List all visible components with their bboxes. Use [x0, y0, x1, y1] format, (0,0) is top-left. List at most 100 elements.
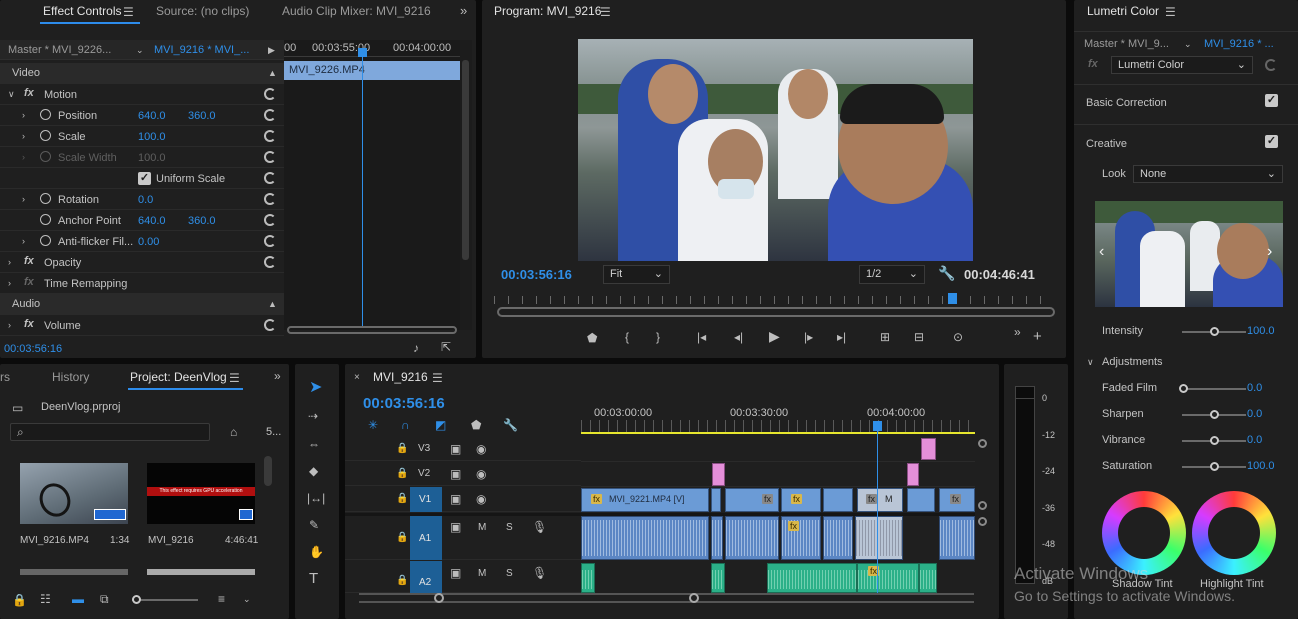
expand-chevron-icon[interactable]: ›	[8, 319, 11, 331]
lock-icon[interactable]: 🔒	[396, 575, 408, 587]
eye-icon[interactable]: ◉	[476, 443, 486, 455]
pen-tool-icon[interactable]: ✎	[309, 519, 319, 531]
chevron-down-icon[interactable]: ⌄	[1184, 38, 1192, 50]
adjustments-chevron-icon[interactable]: ∨	[1087, 356, 1094, 368]
basic-correction-section[interactable]: Basic Correction	[1086, 97, 1167, 109]
audio-clip[interactable]	[939, 516, 975, 560]
razor-tool-icon[interactable]: ◆	[309, 465, 318, 477]
stopwatch-icon[interactable]	[40, 130, 51, 141]
volume-label[interactable]: Volume	[44, 320, 81, 332]
graphic-clip[interactable]	[921, 438, 936, 460]
sequence-clip-label[interactable]: MVI_9216 * MVI_...	[154, 44, 249, 56]
look-dropdown[interactable]: None ⌄	[1133, 165, 1283, 183]
scrollbar[interactable]	[978, 501, 987, 510]
lumetri-sequence-label[interactable]: MVI_9216 * ...	[1204, 38, 1274, 50]
add-button-icon[interactable]: +	[1033, 329, 1042, 344]
tab-effect-controls[interactable]: Effect Controls	[43, 4, 121, 18]
audio-clip[interactable]	[711, 516, 723, 560]
expand-chevron-icon[interactable]: ›	[22, 235, 25, 247]
playhead-marker[interactable]	[948, 293, 957, 304]
scrollbar[interactable]	[264, 456, 272, 486]
look-preview[interactable]: ‹ ›	[1095, 201, 1283, 307]
panel-menu-icon[interactable]: ☰	[432, 372, 443, 384]
effect-dropdown[interactable]: Lumetri Color ⌄	[1111, 56, 1253, 74]
mark-in-icon[interactable]: {	[625, 331, 629, 343]
faded-film-value[interactable]: 0.0	[1247, 382, 1262, 394]
program-title[interactable]: Program: MVI_9216	[494, 4, 601, 18]
highlight-tint-wheel[interactable]	[1192, 491, 1276, 575]
program-timecode[interactable]: 00:03:56:16	[501, 267, 572, 282]
toggle-sync-lock-icon[interactable]: ▣	[450, 493, 461, 505]
scrollbar[interactable]	[978, 439, 987, 448]
effect-controls-timecode[interactable]: 00:03:56:16	[4, 343, 62, 355]
playhead-handle[interactable]	[358, 48, 367, 57]
lock-icon[interactable]: 🔒	[12, 594, 27, 606]
track-header-v1[interactable]: 🔒 V1 ▣ ◉	[345, 487, 581, 512]
opacity-label[interactable]: Opacity	[44, 257, 81, 269]
video-frame[interactable]	[578, 39, 973, 261]
new-bin-icon[interactable]: ⌂	[230, 426, 237, 438]
more-controls-icon[interactable]: »	[1014, 326, 1021, 338]
video-clip[interactable]	[823, 488, 853, 512]
hand-tool-icon[interactable]: ✋	[309, 546, 324, 558]
close-icon[interactable]: ×	[354, 372, 360, 384]
tab-history[interactable]: History	[52, 370, 89, 384]
time-ruler[interactable]	[494, 296, 1052, 304]
tab-other[interactable]: rs	[0, 370, 10, 384]
time-ruler[interactable]	[581, 420, 975, 432]
icon-view-icon[interactable]: ▬	[72, 593, 84, 605]
resolution-dropdown[interactable]: 1/2 ⌄	[859, 265, 925, 284]
more-panels-icon[interactable]: »	[460, 4, 467, 17]
effect-timeline[interactable]: 00 00:03:55:00 00:04:00:00 MVI_9226.MP4	[284, 40, 460, 330]
chevron-down-icon[interactable]: ⌄	[243, 593, 251, 605]
timeline-timecode[interactable]: 00:03:56:16	[363, 395, 445, 412]
track-label[interactable]: V2	[418, 468, 430, 479]
chevron-down-icon[interactable]: ⌄	[136, 44, 144, 56]
step-forward-icon[interactable]: |▸	[804, 331, 813, 343]
panel-menu-icon[interactable]: ☰	[123, 6, 134, 18]
toggle-sync-lock-icon[interactable]: ▣	[450, 468, 461, 480]
creative-checkbox[interactable]: ✓	[1265, 135, 1278, 148]
panel-menu-icon[interactable]: ☰	[229, 372, 240, 384]
audio-clip[interactable]	[581, 516, 709, 560]
rotation-value[interactable]: 0.0	[138, 194, 153, 206]
expand-chevron-icon[interactable]: ›	[8, 256, 11, 268]
reset-icon[interactable]	[264, 214, 276, 226]
panel-menu-icon[interactable]: ☰	[1165, 6, 1176, 18]
sort-icon[interactable]: ≡	[218, 593, 225, 605]
creative-section[interactable]: Creative	[1086, 138, 1127, 150]
reset-icon[interactable]	[264, 235, 276, 247]
track-label[interactable]: V1	[419, 494, 431, 505]
eye-icon[interactable]: ◉	[476, 493, 486, 505]
track-label[interactable]: A1	[419, 533, 431, 544]
lumetri-master-label[interactable]: Master * MVI_9...	[1084, 38, 1169, 50]
reset-icon[interactable]	[264, 172, 276, 184]
previous-look-icon[interactable]: ‹	[1099, 244, 1104, 260]
saturation-value[interactable]: 100.0	[1247, 460, 1275, 472]
track-area[interactable]: fx MVI_9221.MP4 [V] fx fx fx M fx fx fx	[581, 437, 975, 593]
lock-icon[interactable]: 🔒	[396, 468, 408, 480]
stopwatch-icon[interactable]	[40, 109, 51, 120]
graphic-clip[interactable]	[712, 463, 725, 486]
video-clip[interactable]: fx M	[857, 488, 903, 512]
reset-icon[interactable]	[264, 151, 276, 163]
lock-icon[interactable]: 🔒	[396, 493, 408, 505]
camera-icon[interactable]: ⊙	[953, 331, 963, 343]
reset-icon[interactable]	[264, 193, 276, 205]
linked-selection-icon[interactable]: ∩	[401, 419, 410, 431]
expand-chevron-icon[interactable]: ›	[8, 277, 11, 289]
project-item[interactable]	[20, 463, 128, 524]
go-to-out-icon[interactable]: ▸|	[837, 331, 846, 343]
search-input[interactable]: ⌕	[10, 423, 210, 441]
audio-clip[interactable]	[767, 563, 857, 593]
play-clip-icon[interactable]: ▶	[268, 44, 275, 56]
intensity-slider[interactable]	[1182, 327, 1246, 336]
track-label[interactable]: V3	[418, 443, 430, 454]
expand-chevron-icon[interactable]: ›	[22, 193, 25, 205]
zoom-slider[interactable]	[132, 595, 198, 604]
clip-bar[interactable]: MVI_9226.MP4	[284, 61, 460, 80]
lock-icon[interactable]: 🔒	[396, 443, 408, 455]
collapse-icon[interactable]: ▲	[268, 67, 277, 79]
project-item[interactable]: This effect requires GPU acceleration	[147, 463, 255, 524]
collapse-icon[interactable]: ▲	[268, 298, 277, 310]
